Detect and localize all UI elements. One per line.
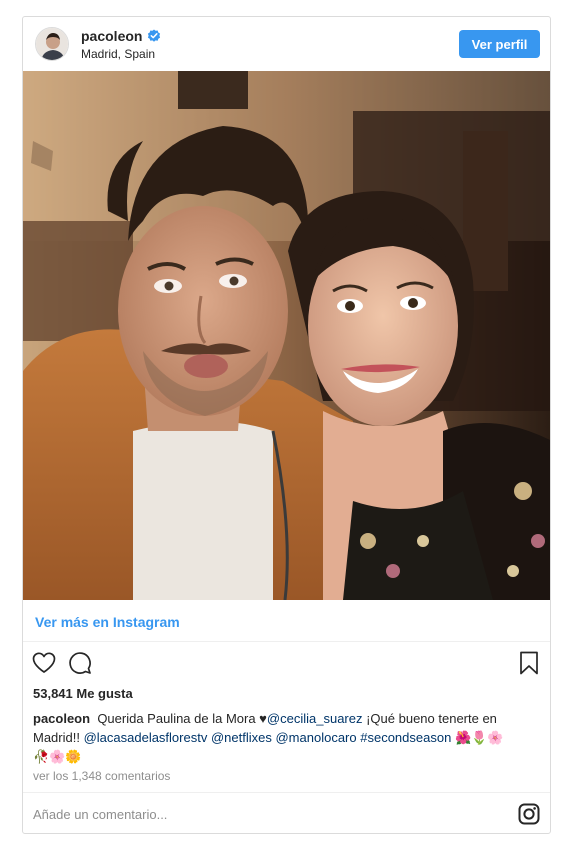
avatar[interactable] xyxy=(35,27,69,61)
mention-manolocaro[interactable]: @manolocaro xyxy=(275,730,356,745)
view-more-link[interactable]: Ver más en Instagram xyxy=(35,614,180,630)
comment-bubble-icon[interactable] xyxy=(67,650,93,676)
view-profile-button[interactable]: Ver perfil xyxy=(459,30,540,58)
post-photo[interactable] xyxy=(23,71,550,600)
bookmark-icon[interactable] xyxy=(516,650,542,676)
caption-username[interactable]: pacoleon xyxy=(33,711,90,726)
post-header: pacoleon Madrid, Spain Ver perfil xyxy=(23,17,550,71)
comment-bar: Añade un comentario... xyxy=(23,792,550,833)
verified-badge-icon xyxy=(148,29,161,42)
username-row: pacoleon xyxy=(81,28,161,44)
comment-input[interactable]: Añade un comentario... xyxy=(33,807,167,822)
instagram-logo-icon[interactable] xyxy=(518,803,540,825)
instagram-embed-card: pacoleon Madrid, Spain Ver perfil Ver má… xyxy=(22,16,551,834)
mention-cecilia[interactable]: @cecilia_suarez xyxy=(267,711,363,726)
mention-netflixes[interactable]: @netflixes xyxy=(211,730,272,745)
heart-icon[interactable] xyxy=(31,650,57,676)
view-comments-link[interactable]: ver los 1,348 comentarios xyxy=(33,769,170,783)
caption-emojis-2: 🥀🌸🌼 xyxy=(33,749,82,764)
hashtag-secondseason[interactable]: #secondseason xyxy=(360,730,451,745)
view-more-section: Ver más en Instagram xyxy=(23,600,550,642)
selfie-photo xyxy=(23,71,550,600)
post-caption: pacoleon Querida Paulina de la Mora ♥@ce… xyxy=(33,709,539,766)
action-bar xyxy=(23,650,550,678)
caption-text: Querida Paulina de la Mora ♥ xyxy=(97,711,267,726)
username[interactable]: pacoleon xyxy=(81,28,142,44)
likes-count[interactable]: 53,841 Me gusta xyxy=(33,686,133,701)
location[interactable]: Madrid, Spain xyxy=(81,47,155,61)
mention-lacasadelasflores[interactable]: @lacasadelasflorestv xyxy=(84,730,208,745)
caption-emojis: 🌺🌷🌸 xyxy=(454,730,504,745)
